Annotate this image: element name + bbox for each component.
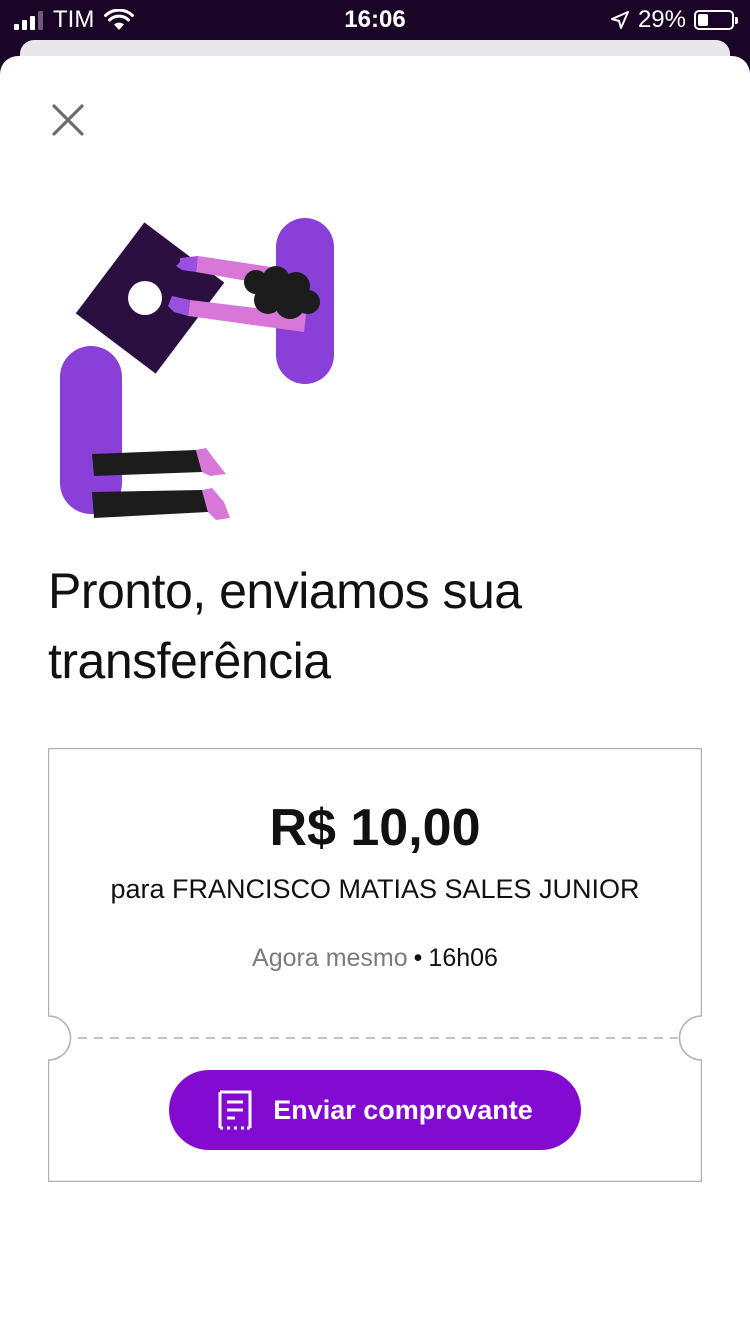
close-button[interactable] [40,92,96,148]
receipt-icon [218,1090,252,1130]
status-bar: TIM 16:06 29% [0,0,750,40]
location-arrow-icon [610,11,629,29]
separator-dot: • [413,944,423,972]
receipt-ticket: R$ 10,00 para FRANCISCO MATIAS SALES JUN… [48,748,702,1182]
title-line-2: transferência [48,633,331,689]
status-right: 29% [610,6,738,34]
battery-icon [694,10,738,30]
battery-percent: 29% [637,6,686,33]
page-title: Pronto, enviamos sua transferência [48,556,688,696]
send-receipt-button[interactable]: Enviar comprovante [169,1070,581,1150]
transfer-time: Agora mesmo • 16h06 [48,944,702,973]
close-icon [52,104,84,136]
title-line-1: Pronto, enviamos sua [48,563,522,619]
modal-sheet: Pronto, enviamos sua transferência R$ 10… [0,56,750,1334]
when-label: Agora mesmo [252,944,408,972]
send-receipt-label: Enviar comprovante [273,1094,533,1125]
transfer-illustration [60,218,334,520]
time-value: 16h06 [428,944,498,972]
recipient-name: para FRANCISCO MATIAS SALES JUNIOR [110,874,640,904]
transfer-amount: R$ 10,00 [269,799,481,857]
